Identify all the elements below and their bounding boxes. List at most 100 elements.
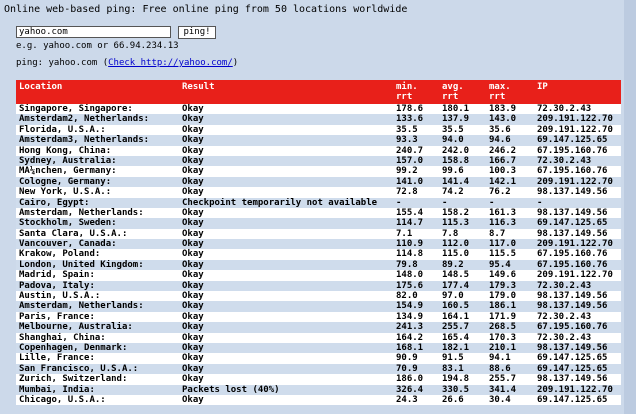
cell-avg-rrt: 164.1 <box>439 311 486 323</box>
table-row: Cairo, Egypt: Checkpoint temporarily not … <box>16 197 621 208</box>
table-row: Stockholm, Sweden: Okay 114.7 115.3 116.3 69.… <box>16 218 621 229</box>
cell-ip: 98.137.149.56 <box>534 342 621 354</box>
cell-avg-rrt: 177.4 <box>439 280 486 292</box>
cell-max-rrt: 100.3 <box>486 166 534 177</box>
table-row: Amsterdam, Netherlands: Okay 154.9 160.5 186… <box>16 301 621 312</box>
cell-location: Paris, France: <box>16 311 179 323</box>
cell-avg-rrt: 99.6 <box>439 166 486 177</box>
ping-prefix: ping: yahoo.com ( <box>16 58 109 68</box>
table-row: Krakow, Poland: Okay 114.8 115.0 115.5 67.195… <box>16 249 621 260</box>
cell-avg-rrt: 194.8 <box>439 374 486 385</box>
cell-min-rrt: - <box>393 197 439 208</box>
results-table: Location Result min. rrt avg. rrt max. rrt IP… <box>16 80 621 406</box>
cell-location: Singapore, Singapore: <box>16 104 179 115</box>
cell-ip: 209.191.122.70 <box>534 239 621 250</box>
check-link[interactable]: Check http://yahoo.com/ <box>108 58 233 68</box>
cell-result: Okay <box>179 187 393 198</box>
header-ip: IP <box>534 80 621 104</box>
cell-result: Okay <box>179 124 393 136</box>
ping-status-line: ping: yahoo.com (Check http://yahoo.com/… <box>16 58 238 68</box>
cell-result: Okay <box>179 135 393 146</box>
cell-avg-rrt: 115.0 <box>439 249 486 260</box>
table-row: Austin, U.S.A.: Okay 82.0 97.0 179.0 98.137.1… <box>16 291 621 302</box>
cell-avg-rrt: 148.5 <box>439 270 486 281</box>
table-row: London, United Kingdom: Okay 79.8 89.2 95.4 6… <box>16 259 621 271</box>
table-row: Amsterdam3, Netherlands: Okay 93.3 94.0 94.6… <box>16 135 621 146</box>
table-row: Shanghai, China: Okay 164.2 165.4 170.3 72.30… <box>16 332 621 343</box>
cell-max-rrt: 255.7 <box>486 374 534 385</box>
cell-location: Amsterdam3, Netherlands: <box>16 135 179 146</box>
cell-avg-rrt: 180.1 <box>439 104 486 115</box>
cell-avg-rrt: 137.9 <box>439 114 486 125</box>
cell-min-rrt: 154.9 <box>393 301 439 312</box>
table-row: Cologne, Germany: Okay 141.0 141.4 142.1 209.… <box>16 176 621 188</box>
header-min-rrt: min. rrt <box>393 80 439 104</box>
table-row: Madrid, Spain: Okay 148.0 148.5 149.6 209.191… <box>16 270 621 281</box>
cell-max-rrt: 149.6 <box>486 270 534 281</box>
cell-result: Checkpoint temporarily not available <box>179 197 393 208</box>
page-title: Online web-based ping: Free online ping … <box>4 4 408 15</box>
cell-min-rrt: 114.8 <box>393 249 439 260</box>
cell-result: Okay <box>179 353 393 364</box>
cell-min-rrt: 141.0 <box>393 176 439 188</box>
cell-avg-rrt: 89.2 <box>439 259 486 271</box>
cell-location: Amsterdam, Netherlands: <box>16 207 179 219</box>
cell-avg-rrt: 255.7 <box>439 322 486 333</box>
cell-result: Okay <box>179 332 393 343</box>
cell-avg-rrt: 112.0 <box>439 239 486 250</box>
cell-location: Melbourne, Australia: <box>16 322 179 333</box>
cell-max-rrt: 35.6 <box>486 124 534 136</box>
cell-ip: 72.30.2.43 <box>534 332 621 343</box>
cell-location: New York, U.S.A.: <box>16 187 179 198</box>
table-row: Melbourne, Australia: Okay 241.3 255.7 268.5… <box>16 322 621 333</box>
cell-avg-rrt: 158.2 <box>439 207 486 219</box>
cell-min-rrt: 114.7 <box>393 218 439 229</box>
cell-max-rrt: 170.3 <box>486 332 534 343</box>
host-input[interactable] <box>16 26 171 38</box>
cell-avg-rrt: 330.5 <box>439 384 486 395</box>
cell-max-rrt: 161.3 <box>486 207 534 219</box>
table-row: Florida, U.S.A.: Okay 35.5 35.5 35.6 209.191.… <box>16 124 621 136</box>
cell-location: Santa Clara, U.S.A.: <box>16 228 179 240</box>
table-row: Singapore, Singapore: Okay 178.6 180.1 183.9… <box>16 104 621 115</box>
cell-ip: 209.191.122.70 <box>534 270 621 281</box>
cell-location: Vancouver, Canada: <box>16 239 179 250</box>
cell-max-rrt: 341.4 <box>486 384 534 395</box>
cell-max-rrt: 30.4 <box>486 394 534 406</box>
cell-ip: 98.137.149.56 <box>534 291 621 302</box>
cell-min-rrt: 134.9 <box>393 311 439 323</box>
cell-result: Okay <box>179 270 393 281</box>
cell-ip: 98.137.149.56 <box>534 187 621 198</box>
table-row: Copenhagen, Denmark: Okay 168.1 182.1 210.1 9… <box>16 342 621 354</box>
cell-ip: 69.147.125.65 <box>534 353 621 364</box>
cell-result: Okay <box>179 342 393 354</box>
cell-max-rrt: 179.3 <box>486 280 534 292</box>
ping-button[interactable]: ping! <box>178 26 216 39</box>
table-row: Hong Kong, China: Okay 240.7 242.0 246.2 67.1… <box>16 145 621 156</box>
cell-ip: 72.30.2.43 <box>534 155 621 167</box>
table-row: Amsterdam, Netherlands: Okay 155.4 158.2 161… <box>16 207 621 219</box>
header-max-rrt: max. rrt <box>486 80 534 104</box>
cell-max-rrt: - <box>486 197 534 208</box>
cell-max-rrt: 210.1 <box>486 342 534 354</box>
cell-ip: 67.195.160.76 <box>534 322 621 333</box>
cell-ip: 69.147.125.65 <box>534 363 621 375</box>
cell-ip: 67.195.160.76 <box>534 249 621 260</box>
cell-max-rrt: 94.6 <box>486 135 534 146</box>
cell-min-rrt: 110.9 <box>393 239 439 250</box>
cell-avg-rrt: 182.1 <box>439 342 486 354</box>
scrollbar-track[interactable] <box>624 0 636 414</box>
cell-min-rrt: 326.4 <box>393 384 439 395</box>
cell-result: Okay <box>179 114 393 125</box>
cell-location: Padova, Italy: <box>16 280 179 292</box>
cell-result: Okay <box>179 228 393 240</box>
cell-result: Okay <box>179 207 393 219</box>
cell-ip: 67.195.160.76 <box>534 259 621 271</box>
table-row: Chicago, U.S.A.: Okay 24.3 26.6 30.4 69.147.1… <box>16 394 621 406</box>
cell-location: Amsterdam, Netherlands: <box>16 301 179 312</box>
cell-max-rrt: 171.9 <box>486 311 534 323</box>
table-row: Lille, France: Okay 90.9 91.5 94.1 69.147.125… <box>16 353 621 364</box>
cell-ip: 209.191.122.70 <box>534 384 621 395</box>
cell-location: Amsterdam2, Netherlands: <box>16 114 179 125</box>
cell-location: Florida, U.S.A.: <box>16 124 179 136</box>
